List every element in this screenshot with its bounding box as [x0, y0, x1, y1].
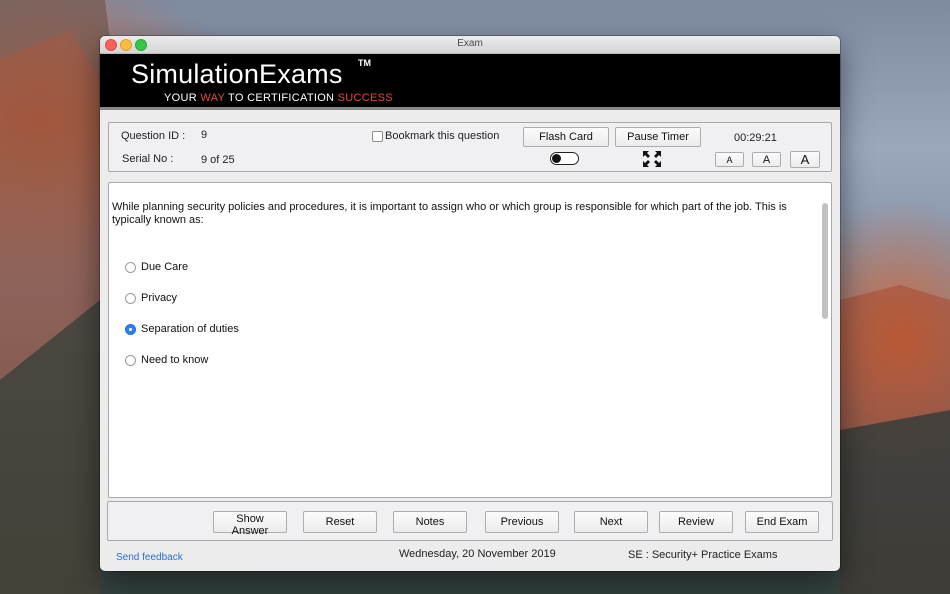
next-button[interactable]: Next: [574, 511, 648, 533]
radio-button[interactable]: [125, 355, 136, 366]
window-title: Exam: [457, 38, 483, 49]
pause-timer-button[interactable]: Pause Timer: [615, 127, 701, 147]
bookmark-checkbox[interactable]: [372, 131, 383, 142]
scrollbar-thumb[interactable]: [822, 203, 828, 319]
fullscreen-icon[interactable]: [643, 151, 661, 167]
review-button[interactable]: Review: [659, 511, 733, 533]
font-size-large-button[interactable]: A: [790, 151, 820, 168]
send-feedback-link[interactable]: Send feedback: [116, 552, 183, 563]
logo-text: SimulationExams: [131, 59, 343, 89]
bookmark-label: Bookmark this question: [385, 130, 500, 142]
title-bar[interactable]: Exam: [100, 36, 840, 54]
serial-no-value: 9 of 25: [201, 154, 235, 166]
question-text: While planning security policies and pro…: [112, 201, 787, 226]
question-content-area: While planning security policies and pro…: [108, 182, 832, 498]
question-id-value: 9: [201, 129, 208, 141]
toggle-knob: [552, 153, 561, 163]
flash-card-button[interactable]: Flash Card: [523, 127, 609, 147]
previous-button[interactable]: Previous: [485, 511, 559, 533]
option-label: Need to know: [141, 354, 209, 366]
exam-name: SE : Security+ Practice Exams: [628, 549, 778, 561]
serial-no-label: Serial No :: [122, 153, 174, 165]
current-date: Wednesday, 20 November 2019: [399, 548, 556, 560]
option-label: Due Care: [141, 261, 189, 273]
font-size-small-button[interactable]: A: [715, 152, 744, 167]
tagline-success: SUCCESS: [337, 92, 393, 104]
timer-display: 00:29:21: [734, 132, 777, 144]
flash-card-toggle[interactable]: [550, 152, 579, 165]
font-size-medium-button[interactable]: A: [752, 152, 781, 167]
logo-tagline: YOUR WAY TO CERTIFICATION SUCCESS: [164, 92, 393, 104]
radio-button[interactable]: [125, 262, 136, 273]
radio-button[interactable]: [125, 293, 136, 304]
reset-button[interactable]: Reset: [303, 511, 377, 533]
exam-window: Exam SimulationExams TM YOUR WAY TO CERT…: [100, 36, 840, 571]
show-answer-button[interactable]: Show Answer: [213, 511, 287, 537]
radio-button-selected[interactable]: [125, 324, 136, 335]
option-label: Privacy: [141, 292, 178, 304]
tagline-part2: TO CERTIFICATION: [224, 92, 338, 104]
tagline-part1: YOUR: [164, 92, 201, 104]
vertical-scrollbar[interactable]: [821, 201, 829, 495]
tagline-way: WAY: [200, 92, 225, 104]
trademark-mark: TM: [358, 58, 371, 68]
end-exam-button[interactable]: End Exam: [745, 511, 819, 533]
notes-button[interactable]: Notes: [393, 511, 467, 533]
question-info-panel: Question ID : 9 Serial No : 9 of 25 Book…: [108, 122, 832, 172]
brand-banner: SimulationExams TM YOUR WAY TO CERTIFICA…: [100, 54, 840, 110]
action-bar: Show Answer Reset Notes Previous Next Re…: [107, 501, 833, 541]
option-label: Separation of duties: [141, 323, 239, 335]
question-id-label: Question ID :: [121, 130, 186, 142]
